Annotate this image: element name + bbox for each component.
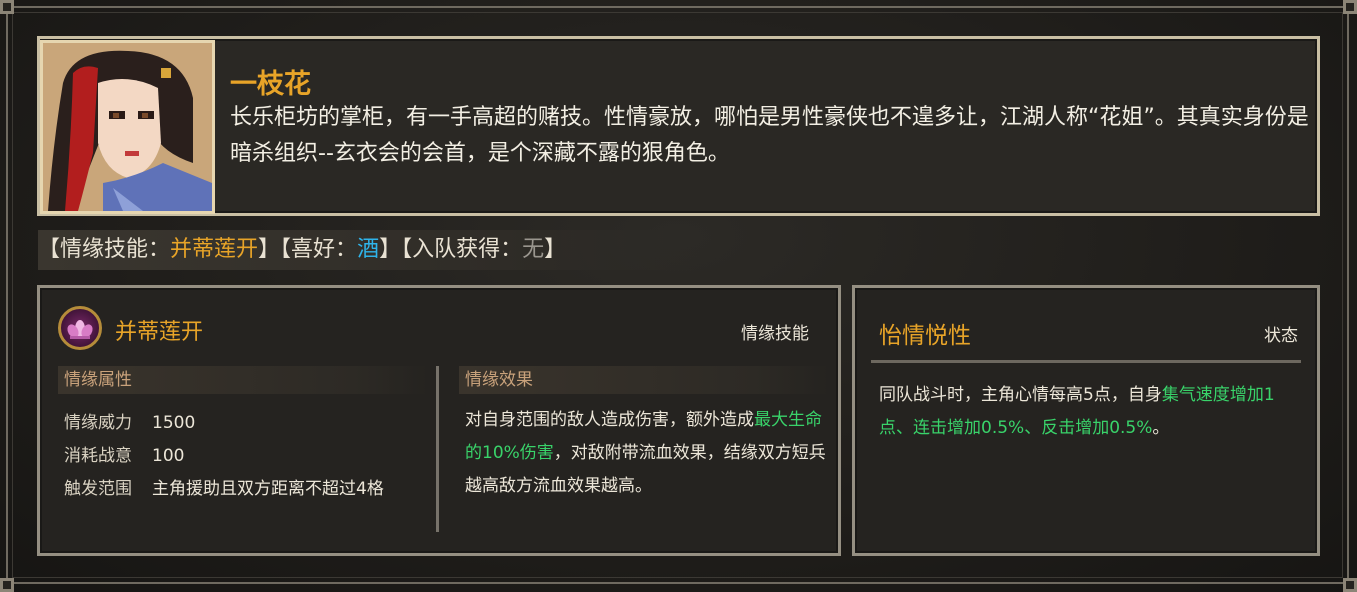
join-reward-value: 无: [522, 237, 545, 262]
status-text-part: 同队战斗时，主角心情每高5点，自身: [879, 385, 1162, 405]
section-divider: [436, 366, 439, 532]
effect-text-part: 对自身范围的敌人造成伤害，额外造成: [465, 410, 754, 430]
attribute-value: 1500: [152, 413, 196, 433]
attribute-key: 触发范围: [64, 479, 132, 499]
portrait-image: [43, 43, 212, 211]
attribute-value: 100: [152, 446, 185, 466]
character-name: 一枝花: [230, 69, 311, 100]
corner-ornament-tl: [0, 0, 14, 14]
join-label-suffix: 】: [544, 237, 567, 262]
skill-effect-description: 对自身范围的敌人造成伤害，额外造成最大生命的10%伤害，对敌附带流血效果，结缘双…: [465, 404, 827, 503]
romance-skill-link[interactable]: 并蒂莲开: [170, 237, 258, 262]
effect-section-header: 情缘效果: [459, 366, 829, 394]
attribute-key: 消耗战意: [64, 446, 132, 466]
attribute-row-cost: 消耗战意 100: [64, 441, 184, 466]
like-label-suffix: 】: [379, 237, 402, 262]
attribute-row-power: 情缘威力 1500: [64, 408, 195, 433]
character-bio: 长乐柜坊的掌柜，有一手高超的赌技。性情豪放，哪怕是男性豪侠也不遑多让，江湖人称“…: [230, 105, 1309, 166]
skill-type-label: 情缘技能: [741, 324, 809, 344]
like-label-prefix: 【喜好：: [280, 237, 358, 262]
lotus-icon: [58, 306, 102, 350]
attribute-value: 主角援助且双方距离不超过4格: [152, 479, 384, 499]
status-description: 同队战斗时，主角心情每高5点，自身集气速度增加1点、连击增加0.5%、反击增加0…: [879, 379, 1299, 445]
status-title: 怡情悦性: [879, 323, 971, 349]
attribute-key: 情缘威力: [64, 413, 132, 433]
corner-ornament-tr: [1343, 0, 1357, 14]
status-divider: [871, 360, 1301, 363]
favorite-item-link[interactable]: 酒: [357, 237, 379, 262]
join-label-prefix: 【入队获得：: [401, 237, 523, 262]
lotus-icon-graphic: [67, 320, 93, 339]
character-portrait: [40, 40, 215, 214]
attribute-row-range: 触发范围 主角援助且双方距离不超过4格: [64, 474, 384, 499]
character-info-strip: 【情缘技能：并蒂莲开】【喜好：酒】【入队获得：无】: [38, 230, 702, 270]
attribute-section-header: 情缘属性: [58, 366, 428, 394]
skill-label-prefix: 【情缘技能：: [38, 237, 171, 262]
status-text-part: 。: [1152, 418, 1170, 438]
corner-ornament-br: [1343, 578, 1357, 592]
skill-title: 并蒂莲开: [115, 320, 204, 345]
skill-label-suffix: 】: [258, 237, 281, 262]
corner-ornament-bl: [0, 578, 14, 592]
status-type-label: 状态: [1264, 326, 1298, 346]
